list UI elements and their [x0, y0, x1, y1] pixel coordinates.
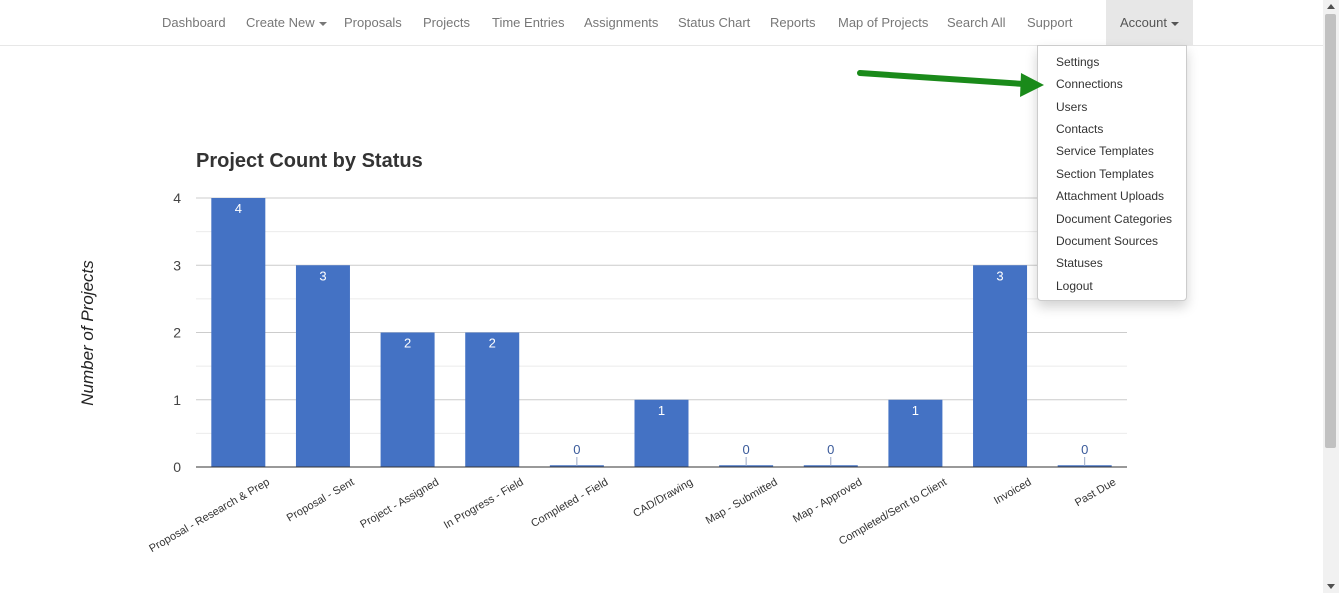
data-label: 2 — [489, 336, 496, 351]
menu-item-document-categories[interactable]: Document Categories — [1056, 208, 1172, 230]
data-label: 1 — [912, 403, 919, 418]
bar — [295, 265, 350, 467]
x-tick-label: Completed - Field — [529, 476, 610, 530]
data-label: 1 — [658, 403, 665, 418]
x-tick-label: Proposal - Research & Prep — [147, 476, 272, 555]
x-tick-label: CAD/Drawing — [631, 476, 695, 520]
data-label: 0 — [743, 442, 750, 457]
x-tick-label: Proposal - Sent — [285, 476, 357, 524]
bar — [465, 332, 520, 467]
data-label: 4 — [235, 201, 242, 216]
menu-item-statuses[interactable]: Statuses — [1056, 252, 1103, 274]
y-tick-label: 0 — [173, 459, 181, 475]
x-tick-label: Map - Approved — [791, 476, 864, 525]
menu-item-logout[interactable]: Logout — [1056, 275, 1093, 297]
bar — [973, 265, 1028, 467]
x-tick-label: Project - Assigned — [358, 476, 441, 531]
menu-item-users[interactable]: Users — [1056, 96, 1087, 118]
menu-item-attachment-uploads[interactable]: Attachment Uploads — [1056, 185, 1164, 207]
menu-item-connections[interactable]: Connections — [1056, 73, 1123, 95]
menu-item-service-templates[interactable]: Service Templates — [1056, 140, 1154, 162]
menu-item-settings[interactable]: Settings — [1056, 51, 1099, 73]
data-label: 3 — [996, 268, 1003, 283]
data-label: 0 — [1081, 442, 1088, 457]
menu-item-document-sources[interactable]: Document Sources — [1056, 230, 1158, 252]
account-dropdown-menu: Settings Connections Users Contacts Serv… — [1037, 45, 1187, 301]
data-label: 0 — [573, 442, 580, 457]
data-label: 0 — [827, 442, 834, 457]
x-tick-label: Past Due — [1073, 476, 1118, 509]
y-tick-label: 4 — [173, 190, 181, 206]
bar — [211, 198, 266, 467]
bar — [380, 332, 435, 467]
y-tick-label: 1 — [173, 392, 181, 408]
menu-item-section-templates[interactable]: Section Templates — [1056, 163, 1154, 185]
data-label: 3 — [319, 268, 326, 283]
data-label: 2 — [404, 336, 411, 351]
x-tick-label: Invoiced — [992, 476, 1033, 507]
x-tick-label: Map - Submitted — [704, 476, 780, 527]
menu-item-contacts[interactable]: Contacts — [1056, 118, 1103, 140]
y-tick-label: 3 — [173, 257, 181, 273]
y-tick-label: 2 — [173, 325, 181, 341]
x-tick-label: In Progress - Field — [442, 476, 526, 531]
